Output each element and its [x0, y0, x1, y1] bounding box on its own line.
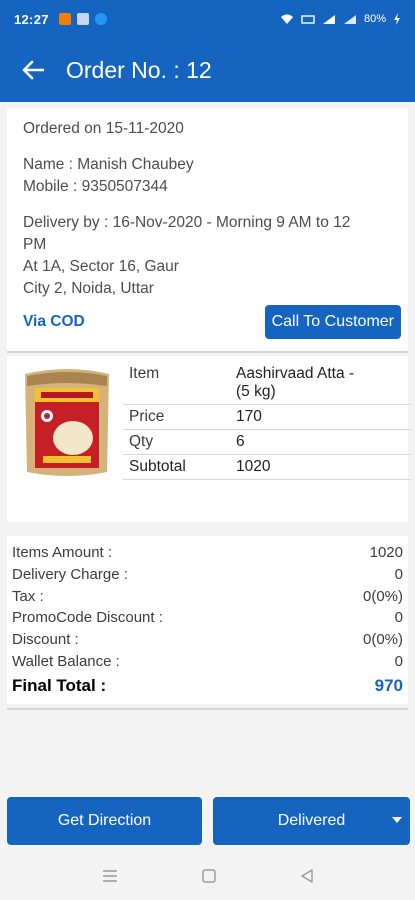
call-customer-button[interactable]: Call To Customer: [264, 305, 401, 339]
price-row: Price 170: [123, 405, 411, 430]
status-bar: 12:27 80%: [0, 0, 415, 38]
delivery-slot-cont: PM: [23, 236, 47, 253]
app-bar: Order No. : 12: [0, 38, 415, 102]
subtotal-value: 1020: [236, 458, 271, 475]
app-notification-icon: [58, 13, 71, 25]
summary-value: 0: [394, 652, 403, 670]
customer-mobile: Mobile : 9350507344: [23, 178, 168, 195]
price-key: Price: [129, 408, 165, 425]
summary-value: 0(0%): [362, 631, 403, 649]
bluetooth-notification-icon: [94, 13, 107, 25]
product-image-icon: [25, 369, 109, 476]
item-key: Item: [129, 365, 160, 382]
signal-icon: [322, 14, 335, 24]
page-title: Order No. : 12: [66, 56, 212, 83]
get-direction-label: Get Direction: [57, 812, 152, 829]
subtotal-row: Subtotal 1020: [123, 455, 411, 480]
summary-label: PromoCode Discount :: [12, 609, 163, 627]
order-item-card: Item Aashirvaad Atta - (5 kg) Price 170 …: [7, 356, 411, 522]
price-value: 170: [236, 408, 262, 425]
order-summary-card: Items Amount : 1020 Delivery Charge : 0 …: [7, 536, 408, 704]
summary-value: 0: [394, 609, 403, 627]
final-total-label: Final Total :: [12, 675, 107, 695]
summary-row: Tax : 0(0%): [12, 586, 403, 608]
customer-name: Name : Manish Chaubey: [23, 156, 194, 173]
summary-row: Delivery Charge : 0: [12, 564, 403, 586]
recent-apps-icon[interactable]: [102, 869, 118, 883]
system-nav-bar: [0, 852, 415, 900]
item-row: Item Aashirvaad Atta - (5 kg): [123, 362, 411, 405]
qty-row: Qty 6: [123, 430, 411, 455]
home-icon[interactable]: [201, 869, 216, 883]
get-direction-button[interactable]: Get Direction: [7, 797, 202, 845]
ordered-on: Ordered on 15-11-2020: [23, 120, 184, 137]
item-name-cont: (5 kg): [236, 383, 276, 400]
final-total-row: Final Total : 970: [12, 673, 403, 699]
final-total-value: 970: [374, 675, 403, 695]
signal-2-icon: [343, 14, 356, 24]
subtotal-key: Subtotal: [129, 458, 186, 475]
wifi-icon: [280, 14, 293, 24]
notification-icons: [58, 13, 107, 25]
back-button[interactable]: [0, 38, 66, 102]
item-details-table: Item Aashirvaad Atta - (5 kg) Price 170 …: [123, 362, 411, 480]
delivered-label: Delivered: [277, 812, 346, 829]
delivery-slot: Delivery by : 16-Nov-2020 - Morning 9 AM…: [23, 214, 351, 231]
status-time: 12:27: [14, 11, 49, 27]
summary-row: PromoCode Discount : 0: [12, 607, 403, 629]
message-notification-icon: [76, 13, 89, 25]
order-info-card: Ordered on 15-11-2020 Name : Manish Chau…: [7, 108, 408, 351]
summary-row: Items Amount : 1020: [12, 542, 403, 564]
volte-icon: [301, 14, 315, 24]
summary-value: 0(0%): [362, 587, 403, 605]
battery-level: 80%: [363, 13, 386, 25]
qty-value: 6: [236, 433, 245, 450]
summary-label: Discount :: [12, 631, 79, 649]
divider: [7, 351, 408, 353]
delivery-address-line1: At 1A, Sector 16, Gaur: [23, 258, 179, 275]
summary-value: 0: [394, 565, 403, 583]
payment-mode: Via COD: [23, 313, 85, 330]
summary-row: Discount : 0(0%): [12, 629, 403, 651]
divider: [7, 708, 408, 710]
qty-key: Qty: [129, 433, 154, 450]
back-nav-icon[interactable]: [300, 869, 314, 883]
summary-value: 1020: [369, 544, 403, 561]
item-name: Aashirvaad Atta -: [236, 365, 355, 382]
summary-row: Wallet Balance : 0: [12, 651, 403, 673]
summary-label: Delivery Charge :: [12, 565, 128, 583]
summary-label: Wallet Balance :: [12, 652, 120, 670]
dropdown-caret-icon: [392, 817, 402, 823]
summary-label: Items Amount :: [12, 544, 113, 561]
delivered-status-dropdown[interactable]: Delivered: [213, 797, 410, 845]
summary-label: Tax :: [12, 587, 44, 605]
arrow-back-icon: [22, 60, 44, 80]
delivery-address-line2: City 2, Noida, Uttar: [23, 280, 154, 297]
battery-charging-icon: [394, 13, 400, 25]
